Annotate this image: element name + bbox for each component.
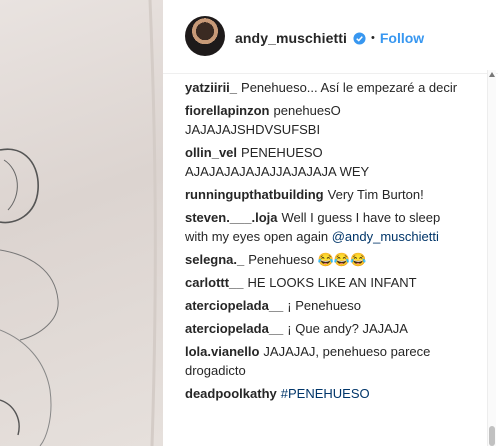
- comment-mention-link[interactable]: @andy_muschietti: [332, 229, 439, 244]
- comment: fiorellapinzon penehuesO JAJAJAJSHDVSUFSB…: [185, 101, 465, 139]
- comment-username[interactable]: deadpoolkathy: [185, 386, 277, 401]
- comment-username[interactable]: aterciopelada__: [185, 298, 283, 313]
- comment: runningupthatbuilding Very Tim Burton!: [185, 185, 465, 204]
- sketch-drawing: [0, 0, 157, 446]
- username-link[interactable]: andy_muschietti: [235, 30, 347, 46]
- comment-hashtag-link[interactable]: #PENEHUESO: [281, 386, 370, 401]
- scrollbar-thumb[interactable]: [489, 426, 495, 446]
- comment: carlottt__ HE LOOKS LIKE AN INFANT: [185, 273, 465, 292]
- comment: deadpoolkathy #PENEHUESO: [185, 384, 465, 403]
- comment: ollin_vel PENEHUESO AJAJAJAJAJAJJAJAJAJA …: [185, 143, 465, 181]
- comment: aterciopelada__ ¡ Que andy? JAJAJA: [185, 319, 465, 338]
- comment-username[interactable]: selegna._: [185, 252, 244, 267]
- comments-list: yatziirii_ Penehueso... Así le empezaré a…: [185, 78, 465, 407]
- post-header: andy_muschietti • Follow: [163, 0, 498, 74]
- comment-username[interactable]: lola.vianello: [185, 344, 259, 359]
- comment: aterciopelada__ ¡ Penehueso: [185, 296, 465, 315]
- comment-username[interactable]: ollin_vel: [185, 145, 237, 160]
- follow-button[interactable]: Follow: [380, 30, 424, 46]
- comment-username[interactable]: steven.___.loja: [185, 210, 278, 225]
- comment-username[interactable]: yatziirii_: [185, 80, 237, 95]
- comment-text: ¡ Penehueso: [287, 298, 362, 313]
- comment-text: Penehueso 😂😂😂: [248, 252, 367, 267]
- comment-username[interactable]: aterciopelada__: [185, 321, 283, 336]
- comment: yatziirii_ Penehueso... Así le empezaré a…: [185, 78, 465, 97]
- post-sidebar: andy_muschietti • Follow yatziirii_ Peneh…: [163, 0, 498, 446]
- separator-dot: •: [370, 32, 375, 44]
- comment: selegna._ Penehueso 😂😂😂: [185, 250, 465, 269]
- comment: lola.vianello JAJAJAJ, penehueso parece d…: [185, 342, 465, 380]
- comment-text: Very Tim Burton!: [327, 187, 424, 202]
- comment-text: Penehueso... Así le empezaré a decir: [241, 80, 458, 95]
- comment-username[interactable]: carlottt__: [185, 275, 244, 290]
- avatar[interactable]: [185, 16, 225, 56]
- post-image: [0, 0, 163, 446]
- comment-username[interactable]: fiorellapinzon: [185, 103, 270, 118]
- comment-text: HE LOOKS LIKE AN INFANT: [247, 275, 417, 290]
- header-row: andy_muschietti • Follow: [235, 29, 424, 47]
- scroll-up-arrow-icon[interactable]: [489, 72, 495, 77]
- comment: steven.___.loja Well I guess I have to sl…: [185, 208, 465, 246]
- comment-username[interactable]: runningupthatbuilding: [185, 187, 324, 202]
- comments-scrollbar[interactable]: [487, 70, 496, 446]
- comment-text: ¡ Que andy? JAJAJA: [287, 321, 408, 336]
- verified-badge-icon: [353, 31, 366, 45]
